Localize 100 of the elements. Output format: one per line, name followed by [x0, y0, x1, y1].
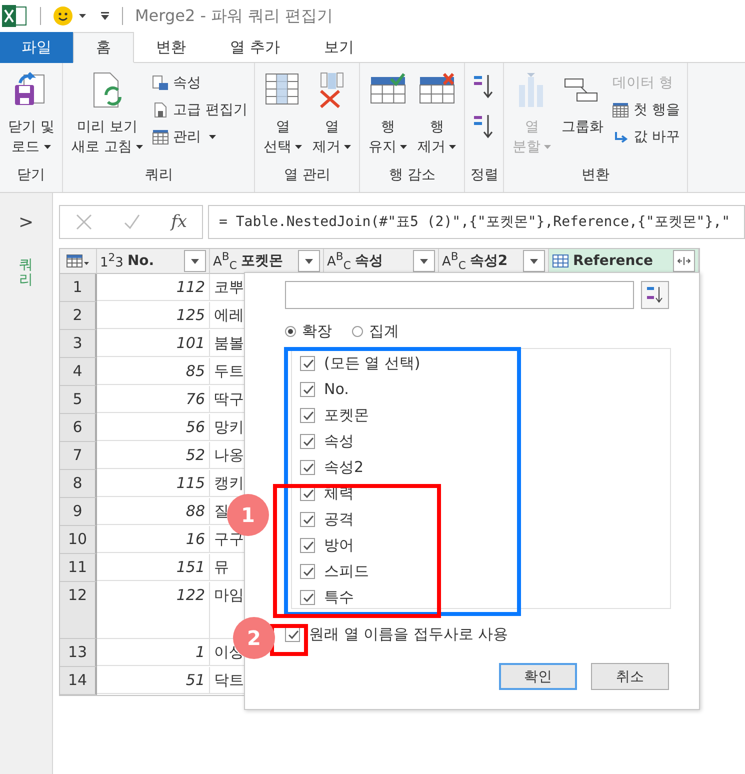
column-header[interactable]: A$^{B}$$_{C}$ 속성2 [439, 249, 549, 274]
table-cell: 56 [97, 414, 210, 441]
caret-icon [400, 145, 408, 150]
radio-option[interactable]: 집계 [352, 321, 399, 341]
table-cell: 85 [97, 358, 210, 385]
table-cell: 88 [97, 498, 210, 525]
caret-icon [544, 145, 552, 150]
table-icon [152, 129, 169, 145]
column-label: 속성 [354, 252, 384, 270]
replace-icon [612, 129, 630, 145]
table-cell: 101 [97, 330, 210, 357]
caret-icon [191, 258, 199, 264]
ribbon-button[interactable]: 행 제거 [414, 71, 460, 164]
group-label: 변환 [580, 166, 611, 185]
row-number: 3 [60, 330, 97, 358]
ribbon-button[interactable]: 닫기 및 로드 [5, 71, 58, 164]
caret-icon [208, 135, 216, 139]
formula-field[interactable]: = Table.NestedJoin(#"표5 (2)",{"포켓몬"},Reference,{"포켓몬"}," [208, 205, 745, 239]
group-label: 쿼리 [144, 166, 174, 185]
check-icon[interactable] [123, 213, 142, 231]
sort-icon [646, 285, 664, 305]
window-title: Merge2 - 파워 쿼리 편집기 [135, 6, 334, 26]
column-header[interactable]: 1$^{2}$3 No. [97, 249, 210, 274]
filter-button[interactable] [184, 250, 206, 272]
sort-button[interactable] [641, 281, 669, 309]
dialog-button[interactable]: 확인 [499, 663, 577, 690]
type-label: 1$^{2}$3 [100, 251, 124, 271]
table-cell: 125 [97, 302, 210, 329]
table-cell: 115 [97, 470, 210, 497]
caret-icon [344, 145, 352, 150]
function-button[interactable]: fx [171, 212, 187, 232]
row-number: 7 [60, 442, 97, 470]
ribbon-button[interactable]: 관리 [150, 125, 250, 149]
column-label: 포켓몬 [240, 252, 284, 270]
table-cell: 122 [97, 582, 210, 639]
ribbon-button[interactable]: 그룹화 [558, 71, 606, 164]
row-number: 13 [60, 639, 97, 667]
table-icon [612, 102, 630, 118]
filter-button[interactable] [523, 250, 545, 272]
row-number: 6 [60, 414, 97, 442]
group-label: 정렬 [470, 166, 498, 185]
row-number: 1 [60, 274, 97, 302]
ribbon-button[interactable]: 값 바꾸 [610, 125, 682, 149]
document-icon [152, 102, 169, 118]
group-label: 열 관리 [283, 166, 332, 185]
properties-icon [152, 75, 169, 91]
caret-icon[interactable] [79, 14, 86, 18]
table-cell: 51 [97, 667, 210, 694]
ribbon-tab[interactable]: 변환 [134, 32, 208, 63]
row-number: 9 [60, 498, 97, 526]
column-label: No. [127, 253, 156, 269]
expand-icon [677, 256, 691, 266]
ribbon-button[interactable]: 미리 보기 새로 고침 [68, 71, 146, 164]
ribbon-button[interactable]: 열 선택 [260, 71, 306, 164]
table-icon [552, 254, 569, 268]
customize-toolbar-icon[interactable] [100, 12, 110, 20]
filter-button[interactable] [413, 250, 435, 272]
ribbon-button[interactable]: 행 유지 [365, 71, 410, 164]
column-label: Reference [573, 253, 654, 269]
group-label: 닫기 [16, 166, 46, 185]
search-field[interactable] [285, 281, 634, 309]
caret-icon [449, 145, 456, 150]
table-cell: 52 [97, 442, 210, 469]
table-cell: 76 [97, 386, 210, 413]
ribbon-button[interactable]: 첫 행을 [610, 98, 682, 122]
ribbon-button[interactable]: 고급 편집기 [150, 98, 250, 122]
ribbon-tab[interactable]: 열 추가 [208, 32, 302, 63]
table-cell: 16 [97, 526, 210, 553]
column-header[interactable]: A$^{B}$$_{C}$ 포켓몬 [210, 249, 324, 274]
row-number: 12 [60, 582, 97, 639]
row-number: 5 [60, 386, 97, 414]
caret-icon [305, 258, 313, 264]
expand-pane-button[interactable]: > [12, 211, 40, 234]
row-number: 10 [60, 526, 97, 554]
dialog-button[interactable]: 취소 [591, 663, 669, 690]
table-cell: 112 [97, 274, 210, 301]
expand-column-button[interactable] [673, 250, 695, 272]
smiley-icon[interactable] [53, 6, 73, 26]
caret-icon [295, 145, 302, 150]
column-header[interactable]: A$^{B}$$_{C}$ 속성 [324, 249, 439, 274]
filter-button[interactable] [298, 250, 320, 272]
table-cell: 1 [97, 639, 210, 666]
ribbon-tab[interactable]: 보기 [302, 32, 376, 63]
row-number: 8 [60, 470, 97, 498]
row-number: 14 [60, 667, 97, 695]
group-label: 행 감소 [388, 166, 437, 185]
ribbon-button[interactable]: 속성 [150, 71, 250, 95]
caret-icon [530, 258, 538, 264]
table-menu-icon[interactable] [66, 254, 90, 268]
ribbon-button[interactable]: 열 제거 [309, 71, 354, 164]
row-number: 4 [60, 358, 97, 386]
column-label: 속성2 [470, 252, 509, 270]
column-header[interactable]: Reference [549, 249, 699, 274]
table-cell: 151 [97, 554, 210, 581]
ribbon-tab[interactable]: 홈 [73, 32, 134, 63]
caret-icon [420, 258, 428, 264]
row-number: 11 [60, 554, 97, 582]
row-number: 2 [60, 302, 97, 330]
file-tab[interactable]: 파일 [0, 32, 73, 63]
caret-icon [136, 145, 143, 150]
